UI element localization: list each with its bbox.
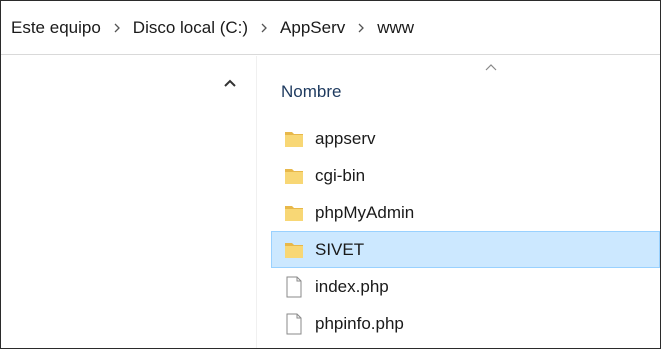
chevron-right-icon[interactable] — [104, 18, 130, 38]
list-item-appserv[interactable]: appserv — [271, 120, 660, 157]
file-list: appserv cgi-bin phpMyAdmin SIVET index.p… — [271, 120, 660, 342]
file-list-pane: Nombre appserv cgi-bin phpMyAdmin SIVET … — [257, 56, 660, 348]
breadcrumb-disco-local[interactable]: Disco local (C:) — [130, 14, 251, 42]
file-name: index.php — [315, 276, 389, 296]
list-item-cgi-bin[interactable]: cgi-bin — [271, 157, 660, 194]
chevron-right-icon[interactable] — [251, 18, 277, 38]
list-item-index-php[interactable]: index.php — [271, 268, 660, 305]
breadcrumb-www[interactable]: www — [374, 14, 417, 42]
chevron-up-icon[interactable] — [219, 72, 241, 94]
folder-icon — [283, 238, 305, 262]
file-name: cgi-bin — [315, 165, 366, 185]
list-item-phpmyadmin[interactable]: phpMyAdmin — [271, 194, 660, 231]
breadcrumb-appserv[interactable]: AppServ — [277, 14, 348, 42]
column-header-name[interactable]: Nombre — [279, 80, 343, 104]
sort-ascending-icon — [483, 61, 499, 73]
file-explorer-window: Este equipo Disco local (C:) AppServ www… — [0, 0, 661, 349]
chevron-right-icon[interactable] — [348, 18, 374, 38]
address-bar[interactable]: Este equipo Disco local (C:) AppServ www — [1, 1, 660, 55]
file-name: SIVET — [315, 239, 365, 259]
navigation-pane — [1, 56, 256, 348]
file-icon — [283, 312, 305, 336]
folder-icon — [283, 127, 305, 151]
file-name: phpMyAdmin — [315, 202, 415, 222]
file-icon — [283, 275, 305, 299]
file-name: phpinfo.php — [315, 313, 404, 333]
folder-icon — [283, 201, 305, 225]
folder-icon — [283, 164, 305, 188]
list-item-sivet[interactable]: SIVET — [271, 231, 660, 268]
list-item-phpinfo-php[interactable]: phpinfo.php — [271, 305, 660, 342]
file-name: appserv — [315, 128, 376, 148]
breadcrumb-este-equipo[interactable]: Este equipo — [8, 14, 104, 42]
